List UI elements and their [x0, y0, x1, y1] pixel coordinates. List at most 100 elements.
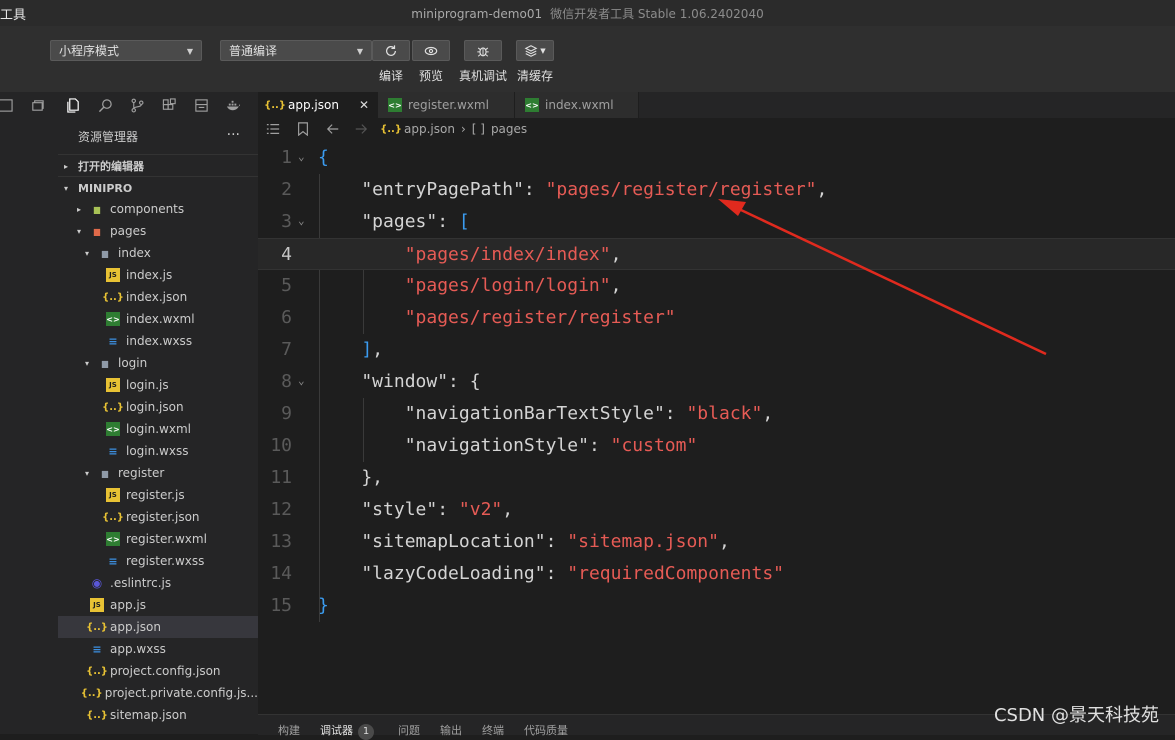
code-text: "entryPagePath": "pages/register/registe… — [318, 174, 827, 206]
tree-item[interactable]: ≡ login.wxss — [58, 440, 258, 462]
breadcrumb-file[interactable]: app.json — [404, 122, 455, 136]
json-file-icon: {..} — [102, 401, 124, 413]
search-icon[interactable] — [96, 96, 114, 114]
tree-item[interactable]: JS register.js — [58, 484, 258, 506]
tree-item[interactable]: ▾ ▆ index — [58, 242, 258, 264]
docker-icon[interactable] — [224, 96, 242, 114]
tab-app-json[interactable]: {..} app.json ✕ — [258, 92, 378, 118]
code-token: : — [545, 563, 568, 584]
tree-item[interactable]: ▾ ▆ pages — [58, 220, 258, 242]
tree-item-label: project.private.config.js... — [104, 686, 258, 700]
list-icon[interactable] — [266, 122, 280, 139]
tab-index-wxml[interactable]: <> index.wxml — [515, 92, 639, 118]
tree-item[interactable]: <> index.wxml — [58, 308, 258, 330]
chevron-down-icon: ▾ — [76, 226, 81, 236]
tree-item[interactable]: ▸ ▆ components — [58, 198, 258, 220]
tab-label: index.wxml — [545, 98, 614, 112]
tree-item[interactable]: JS index.js — [58, 264, 258, 286]
tab-debugger[interactable]: 调试器 1 — [320, 722, 374, 740]
code-token: { — [318, 147, 329, 168]
source-control-icon[interactable] — [128, 96, 146, 114]
preview-button[interactable] — [412, 40, 450, 61]
code-line: 12 "style": "v2", — [258, 494, 1175, 526]
clear-cache-button[interactable]: ▼ — [516, 40, 554, 61]
tree-item[interactable]: {..} project.private.config.js... — [58, 682, 258, 704]
chevron-right-icon: ▸ — [64, 161, 69, 171]
tree-item[interactable]: JS app.js — [58, 594, 258, 616]
remote-debug-button[interactable] — [464, 40, 502, 61]
code-token: "navigationBarTextStyle" — [318, 403, 665, 424]
tree-item[interactable]: {..} sitemap.json — [58, 704, 258, 726]
line-number: 8 — [281, 371, 292, 392]
close-icon[interactable]: ✕ — [359, 98, 369, 112]
tab-register-wxml[interactable]: <> register.wxml — [378, 92, 515, 118]
breadcrumb-node[interactable]: pages — [491, 122, 527, 136]
code-token: , — [718, 531, 730, 552]
compile-mode-select[interactable]: 普通编译 ▼ — [220, 40, 372, 61]
tree-item[interactable]: ◉ .eslintrc.js — [58, 572, 258, 594]
js-file-icon: JS — [90, 598, 104, 612]
title-bar: 工具 miniprogram-demo01 微信开发者工具 Stable 1.06… — [0, 0, 1175, 26]
code-text: ], — [318, 334, 383, 366]
tree-item[interactable]: {..} project.config.json — [58, 660, 258, 682]
compile-button[interactable] — [372, 40, 410, 61]
fold-chevron-icon[interactable]: ⌄ — [298, 374, 305, 387]
tree-item[interactable]: <> login.wxml — [58, 418, 258, 440]
tree-item[interactable]: ≡ index.wxss — [58, 330, 258, 352]
open-editors-section[interactable]: ▸ 打开的编辑器 — [58, 154, 258, 177]
more-actions-icon[interactable]: ··· — [227, 127, 240, 143]
back-arrow-icon[interactable] — [326, 122, 340, 139]
tab-terminal[interactable]: 终端 — [482, 722, 504, 738]
tree-item[interactable]: ▾ ▆ login — [58, 352, 258, 374]
tree-item[interactable]: {..} app.json — [58, 616, 258, 638]
tree-item[interactable]: ▾ ▆ register — [58, 462, 258, 484]
window-icon[interactable] — [28, 96, 46, 114]
code-text: "pages/register/register" — [318, 302, 676, 334]
editor-area: {..} app.json ✕ <> register.wxml <> inde… — [258, 92, 1175, 734]
code-token: "navigationStyle" — [318, 435, 589, 456]
code-text: "navigationStyle": "custom" — [318, 430, 698, 462]
code-token: "pages/register/register" — [318, 307, 676, 328]
tab-problems[interactable]: 问题 — [398, 722, 420, 738]
folder-icon: ▆ — [101, 248, 109, 258]
tree-item-label: register — [118, 466, 165, 480]
code-editor[interactable]: 1 ⌄ {2 "entryPagePath": "pages/register/re… — [258, 142, 1175, 702]
tab-build[interactable]: 构建 — [278, 722, 300, 738]
forward-arrow-icon[interactable] — [354, 122, 368, 139]
tree-item[interactable]: {..} register.json — [58, 506, 258, 528]
project-section[interactable]: ▾ MINIPRO — [58, 176, 258, 199]
code-token: [ — [458, 211, 470, 232]
code-token: : — [437, 499, 459, 520]
fold-chevron-icon[interactable]: ⌄ — [298, 150, 305, 163]
tree-item[interactable]: JS login.js — [58, 374, 258, 396]
tree-item[interactable]: ≡ register.wxss — [58, 550, 258, 572]
fold-chevron-icon[interactable]: ⌄ — [298, 214, 305, 227]
tab-code-quality[interactable]: 代码质量 — [524, 722, 568, 738]
breadcrumb: {..} app.json › [ ] pages — [258, 118, 1175, 142]
extensions-icon[interactable] — [160, 96, 178, 114]
tree-item[interactable]: <> register.wxml — [58, 528, 258, 550]
tree-item-label: app.js — [110, 598, 146, 612]
folder-icon: ▆ — [101, 468, 109, 478]
bookmark-icon[interactable] — [296, 122, 310, 139]
tree-item-label: register.json — [126, 510, 200, 524]
json-file-icon: {..} — [102, 291, 124, 303]
explorer-icon[interactable] — [64, 96, 82, 114]
explorer-header: 资源管理器 ··· — [58, 118, 258, 154]
mode-select[interactable]: 小程序模式 ▼ — [50, 40, 202, 61]
panel-toggle-icon[interactable] — [0, 96, 14, 114]
storage-icon[interactable] — [192, 96, 210, 114]
tree-item[interactable]: {..} index.json — [58, 286, 258, 308]
tree-item[interactable]: {..} login.json — [58, 396, 258, 418]
chevron-down-icon: ▾ — [64, 183, 69, 193]
eslint-file-icon: ◉ — [91, 576, 103, 590]
js-file-icon: JS — [106, 378, 120, 392]
tab-output[interactable]: 输出 — [440, 722, 462, 738]
line-number: 2 — [281, 179, 292, 200]
project-name: miniprogram-demo01 — [411, 6, 543, 21]
code-token: "pages/register/register" — [545, 179, 817, 200]
tree-item[interactable]: ≡ app.wxss — [58, 638, 258, 660]
tree-item-label: sitemap.json — [110, 708, 187, 722]
tree-item-label: login.json — [126, 400, 184, 414]
code-token: "v2" — [458, 499, 503, 520]
